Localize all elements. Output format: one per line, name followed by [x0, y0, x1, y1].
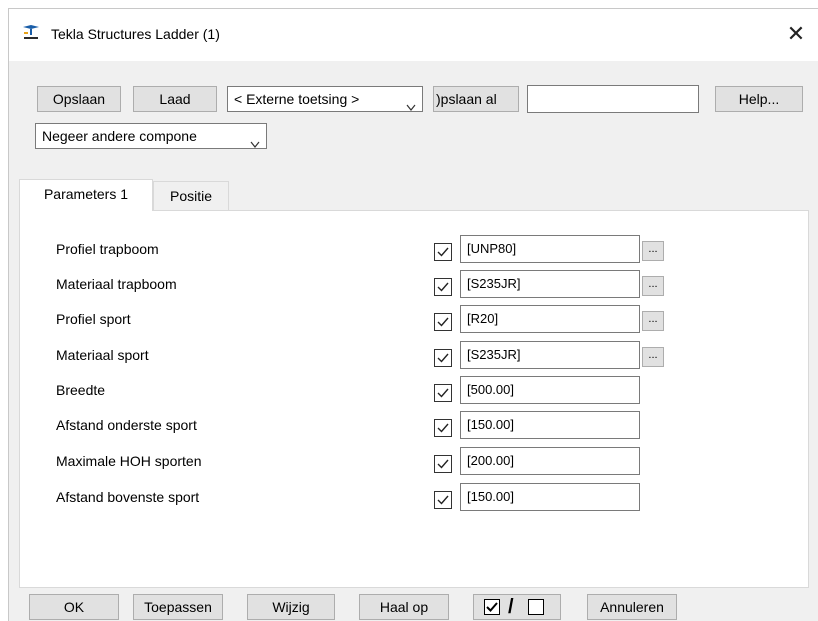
chevron-down-icon — [406, 95, 416, 111]
param-input-profiel-trapboom[interactable]: [UNP80] — [460, 235, 640, 263]
get-button[interactable]: Haal op — [359, 594, 449, 620]
param-checkbox-materiaal-trapboom[interactable] — [434, 278, 452, 296]
parameters-panel: Profiel trapboom [UNP80] ... Materiaal t… — [19, 210, 809, 588]
window-title: Tekla Structures Ladder (1) — [51, 26, 220, 42]
param-label-afstand-bovenste-sport: Afstand bovenste sport — [56, 489, 200, 505]
component-filter-value: Negeer andere compone — [42, 128, 197, 144]
ok-button[interactable]: OK — [29, 594, 119, 620]
param-label-materiaal-trapboom: Materiaal trapboom — [56, 276, 177, 292]
cancel-button[interactable]: Annuleren — [587, 594, 677, 620]
param-input-breedte[interactable]: [500.00] — [460, 376, 640, 404]
param-checkbox-afstand-bovenste-sport[interactable] — [434, 491, 452, 509]
unchecked-box-icon — [528, 599, 544, 615]
param-label-materiaal-sport: Materiaal sport — [56, 347, 149, 363]
browse-button[interactable]: ... — [642, 276, 664, 296]
param-input-materiaal-sport[interactable]: [S235JR] — [460, 341, 640, 369]
param-input-materiaal-trapboom[interactable]: [S235JR] — [460, 270, 640, 298]
param-checkbox-profiel-sport[interactable] — [434, 313, 452, 331]
param-input-profiel-sport[interactable]: [R20] — [460, 305, 640, 333]
param-label-profiel-trapboom: Profiel trapboom — [56, 241, 159, 257]
preset-select[interactable]: < Externe toetsing > — [227, 86, 423, 112]
toggle-all-button[interactable]: / — [473, 594, 561, 620]
browse-button[interactable]: ... — [642, 241, 664, 261]
browse-button[interactable]: ... — [642, 347, 664, 367]
title-bar: Tekla Structures Ladder (1) ✕ — [9, 9, 818, 61]
close-icon[interactable]: ✕ — [779, 19, 813, 49]
param-checkbox-profiel-trapboom[interactable] — [434, 243, 452, 261]
param-input-afstand-onderste-sport[interactable]: [150.00] — [460, 411, 640, 439]
param-label-maximale-hoh-sporten: Maximale HOH sporten — [56, 453, 202, 469]
load-button[interactable]: Laad — [133, 86, 217, 112]
browse-button[interactable]: ... — [642, 311, 664, 331]
tab-positie[interactable]: Positie — [153, 181, 229, 211]
dialog-window: Tekla Structures Ladder (1) ✕ Opslaan La… — [8, 8, 818, 621]
checked-box-icon — [484, 599, 500, 615]
param-checkbox-breedte[interactable] — [434, 384, 452, 402]
preset-select-value: < Externe toetsing > — [234, 91, 360, 107]
param-checkbox-afstand-onderste-sport[interactable] — [434, 419, 452, 437]
help-button[interactable]: Help... — [715, 86, 803, 112]
save-as-button[interactable]: )pslaan al — [433, 86, 519, 112]
param-input-afstand-bovenste-sport[interactable]: [150.00] — [460, 483, 640, 511]
tab-parameters-1[interactable]: Parameters 1 — [19, 179, 153, 211]
param-label-afstand-onderste-sport: Afstand onderste sport — [56, 417, 197, 433]
tekla-icon — [21, 23, 41, 41]
param-label-breedte: Breedte — [56, 382, 106, 398]
param-input-maximale-hoh-sporten[interactable]: [200.00] — [460, 447, 640, 475]
chevron-down-icon — [250, 132, 260, 148]
modify-button[interactable]: Wijzig — [247, 594, 335, 620]
save-button[interactable]: Opslaan — [37, 86, 121, 112]
apply-button[interactable]: Toepassen — [133, 594, 223, 620]
toggle-separator: / — [508, 596, 514, 618]
param-label-profiel-sport: Profiel sport — [56, 311, 131, 327]
component-filter-select[interactable]: Negeer andere compone — [35, 123, 267, 149]
param-checkbox-materiaal-sport[interactable] — [434, 349, 452, 367]
param-checkbox-maximale-hoh-sporten[interactable] — [434, 455, 452, 473]
save-as-name-input[interactable] — [527, 85, 699, 113]
